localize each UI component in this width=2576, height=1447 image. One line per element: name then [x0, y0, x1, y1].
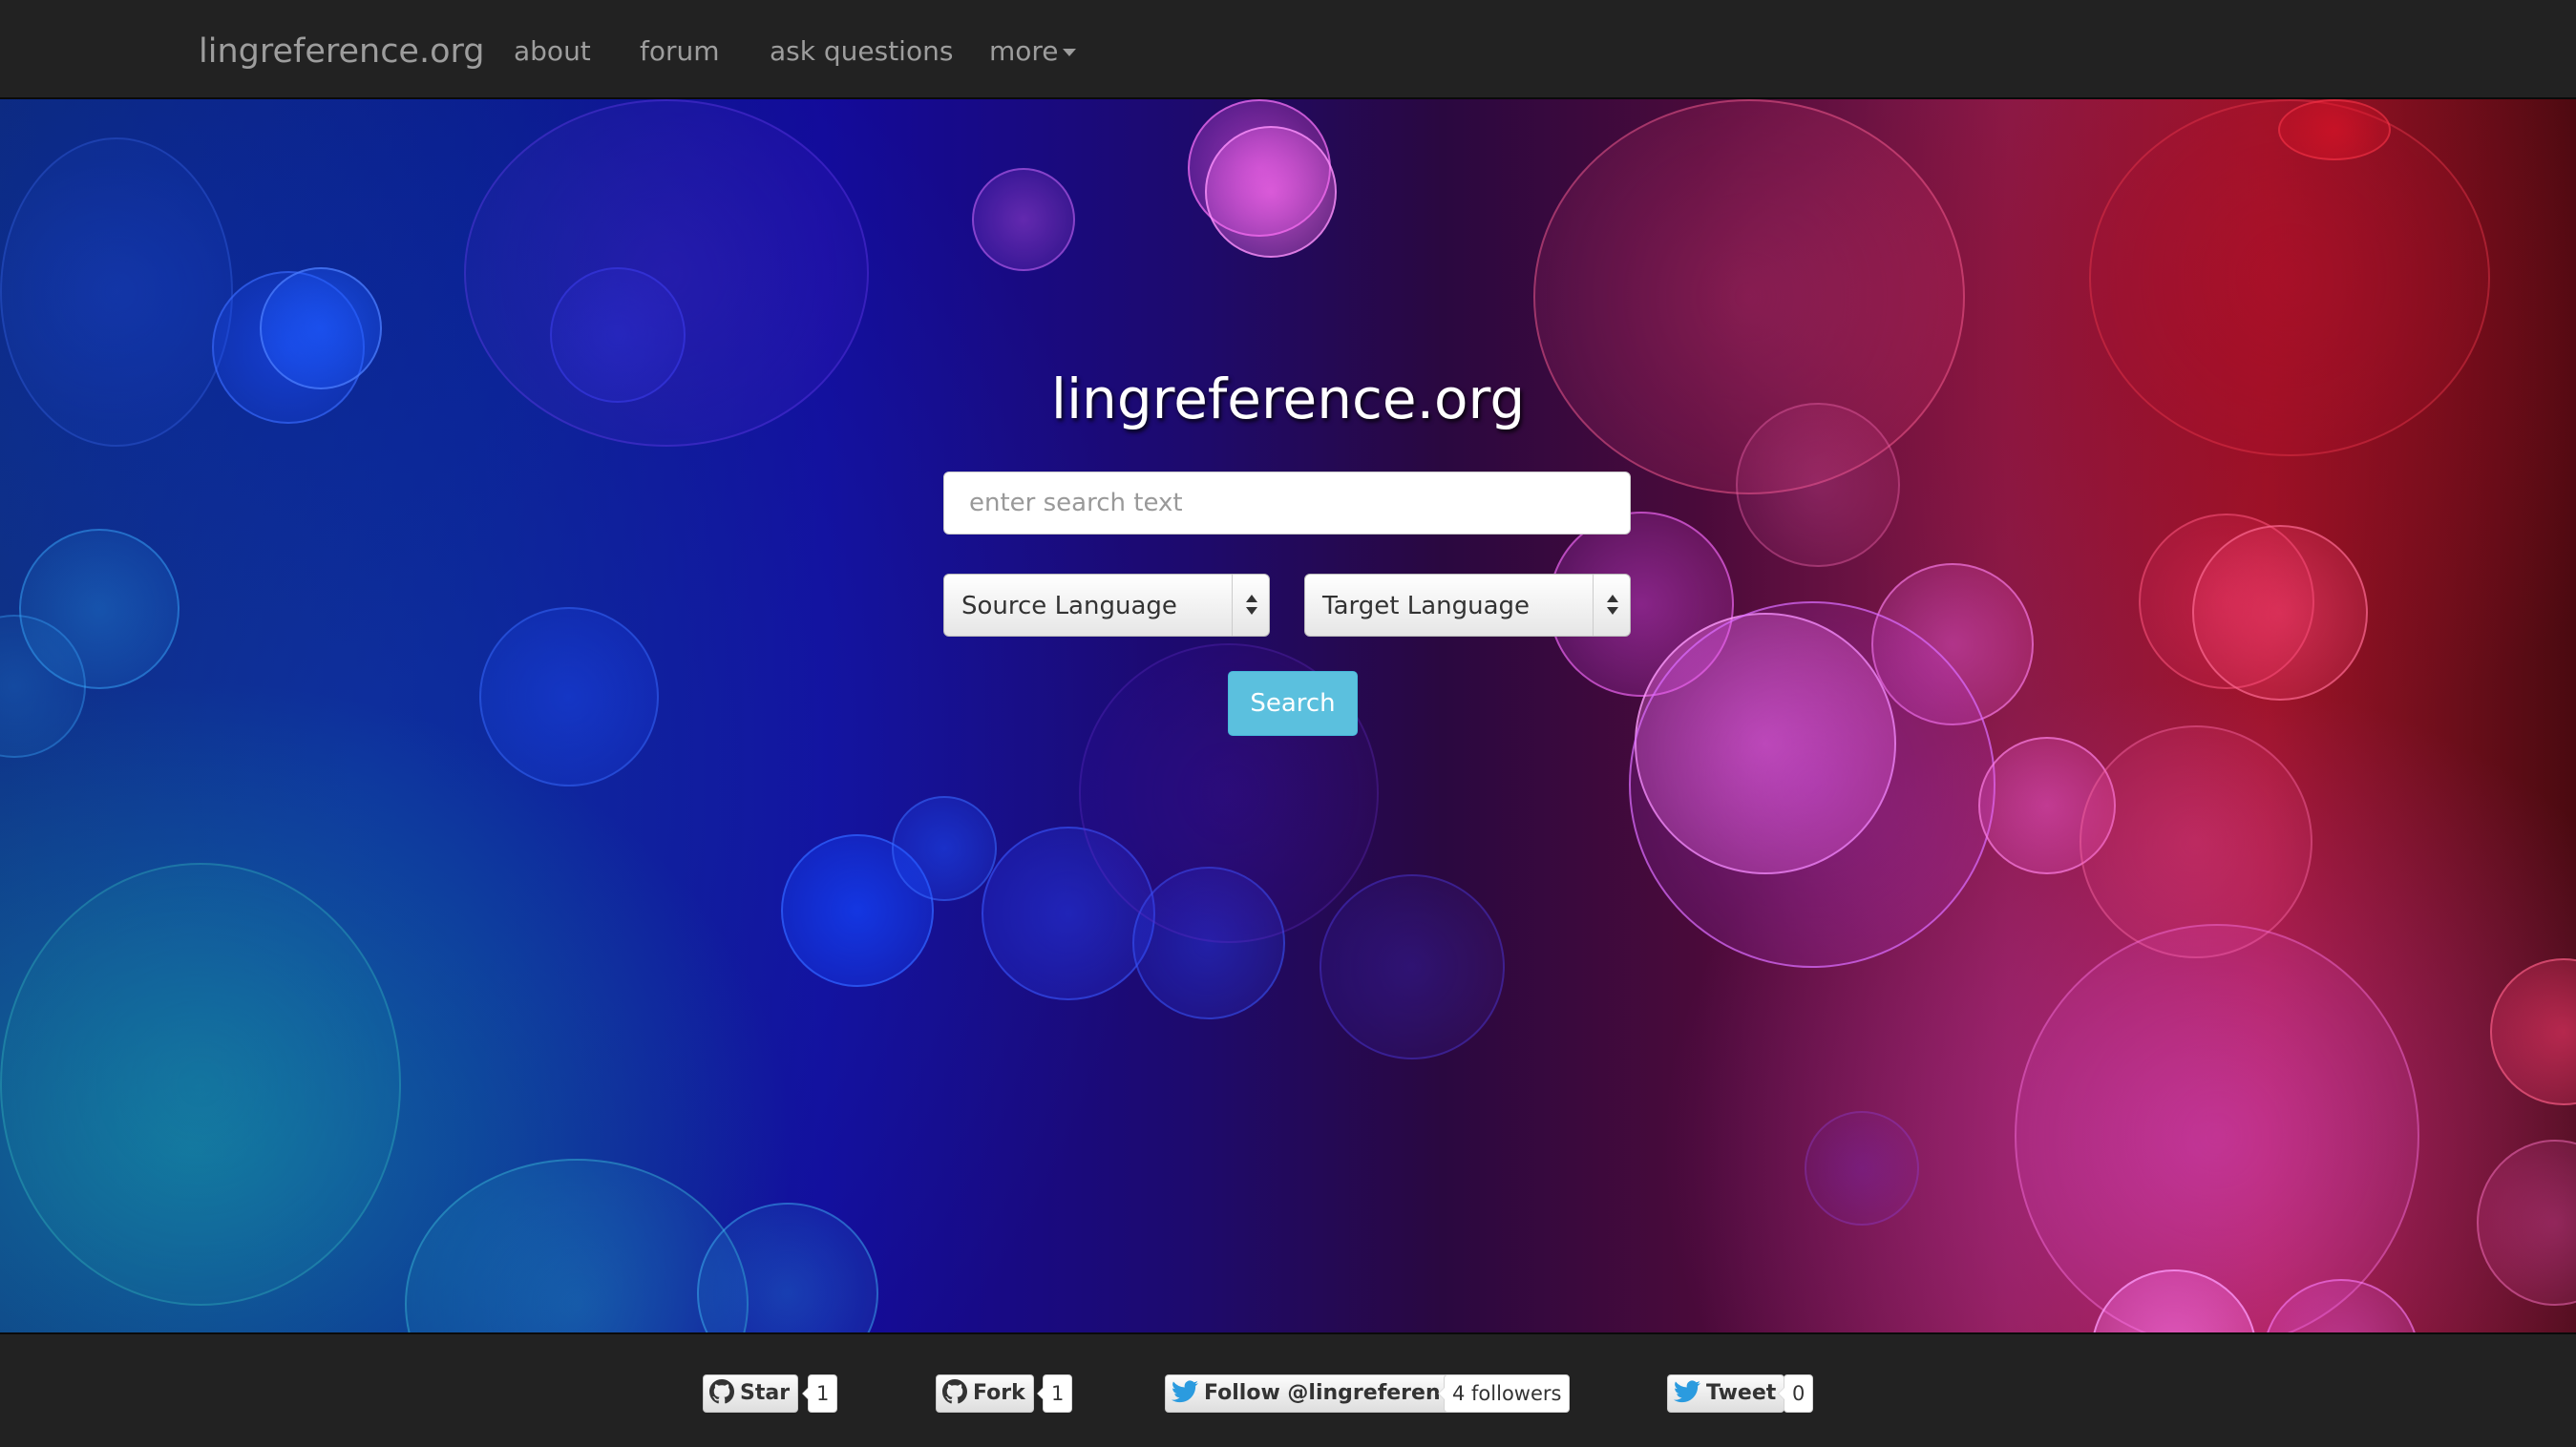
bokeh-circle: [1205, 126, 1337, 258]
github-icon: [942, 1379, 967, 1404]
nav-more-dropdown[interactable]: more: [989, 0, 1076, 99]
tweet-button[interactable]: Tweet: [1667, 1374, 1785, 1413]
github-fork-button[interactable]: Fork: [936, 1374, 1034, 1413]
bokeh-circle: [0, 863, 401, 1306]
bokeh-circle: [1533, 99, 1965, 494]
navbar-brand[interactable]: lingreference.org: [199, 0, 485, 99]
tweet-count[interactable]: 0: [1777, 1374, 1814, 1413]
twitter-icon: [1674, 1380, 1700, 1403]
nav-more-label: more: [989, 35, 1059, 67]
bokeh-circle: [2192, 525, 2368, 701]
target-language-value: Target Language: [1322, 592, 1531, 620]
bokeh-circle: [2015, 924, 2419, 1332]
hero-background: lingreference.org Source Language Target…: [0, 99, 2576, 1332]
bokeh-circle: [1805, 1111, 1919, 1226]
caret-down-icon: [1062, 49, 1076, 56]
source-language-select[interactable]: Source Language: [943, 574, 1270, 637]
github-star-label: Star: [740, 1381, 791, 1405]
twitter-follow-button[interactable]: Follow @lingreference: [1165, 1374, 1476, 1413]
bokeh-circle: [1320, 874, 1505, 1059]
bokeh-circle: [479, 607, 659, 786]
footer: Star 1 Fork 1 Follow @lingreference 4 fo…: [0, 1332, 2576, 1447]
twitter-follow-label: Follow @lingreference: [1204, 1381, 1467, 1405]
bokeh-circle: [2278, 99, 2391, 160]
bokeh-circle: [892, 796, 997, 901]
tweet-label: Tweet: [1706, 1381, 1777, 1405]
github-icon: [709, 1379, 734, 1404]
select-arrows-icon: [1232, 575, 1269, 636]
bokeh-circle: [2080, 725, 2312, 958]
search-input[interactable]: [943, 472, 1631, 535]
github-star-count[interactable]: 1: [801, 1374, 838, 1413]
github-fork-label: Fork: [973, 1381, 1025, 1405]
search-button[interactable]: Search: [1228, 671, 1358, 736]
nav-forum[interactable]: forum: [640, 0, 720, 99]
top-navbar: lingreference.org about forum ask questi…: [0, 0, 2576, 99]
select-arrows-icon: [1593, 575, 1630, 636]
source-language-value: Source Language: [961, 592, 1177, 620]
target-language-select[interactable]: Target Language: [1304, 574, 1631, 637]
twitter-icon: [1172, 1380, 1198, 1403]
bokeh-circle: [1629, 601, 1995, 968]
nav-about[interactable]: about: [514, 0, 591, 99]
github-fork-count[interactable]: 1: [1036, 1374, 1073, 1413]
twitter-followers-count[interactable]: 4 followers: [1437, 1374, 1571, 1413]
github-star-button[interactable]: Star: [703, 1374, 799, 1413]
nav-ask-questions[interactable]: ask questions: [770, 0, 953, 99]
hero-title: lingreference.org: [1050, 367, 1526, 431]
bokeh-circle: [972, 168, 1075, 271]
